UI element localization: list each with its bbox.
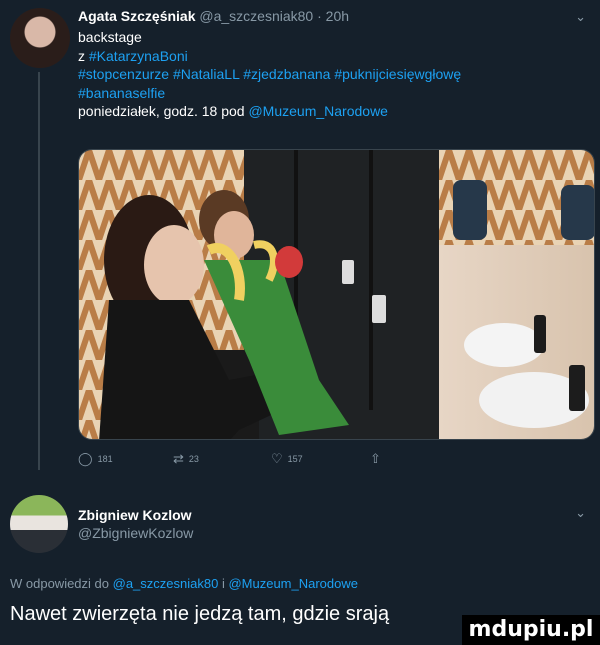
tweet-line-5-prefix: poniedziałek, godz. 18 pod [78, 103, 249, 119]
reply-mention-museum[interactable]: @Muzeum_Narodowe [228, 576, 358, 591]
tweet-line-2-prefix: z [78, 47, 89, 64]
in-reply-prefix: W odpowiedzi do [10, 576, 113, 591]
author-avatar[interactable] [10, 8, 70, 68]
tweet-photo[interactable] [78, 149, 595, 440]
share-icon: ⇧ [370, 451, 381, 466]
header-separator: · [317, 8, 322, 24]
like-count: 157 [287, 453, 303, 464]
watermark-logo: mdupiu.pl [462, 615, 600, 645]
tweet-line-1: backstage [78, 29, 142, 45]
tweet-header: Agata Szczęśniak @a_szczesniak80 · 20h [78, 8, 349, 24]
author-handle[interactable]: @a_szczesniak80 [199, 8, 313, 24]
hashtag-katarzynaboni[interactable]: #KatarzynaBoni [89, 48, 188, 64]
thread-line [38, 72, 40, 470]
tweet-text: backstage z #KatarzynaBoni #stopcenzurze… [78, 28, 588, 121]
reply-author-name[interactable]: Zbigniew Kozlow [78, 507, 192, 523]
in-reply-join: i [218, 576, 229, 591]
tweet-actions: ◯ 181 ⇄ 23 ♡ 157 ⇧ [78, 452, 478, 470]
retweet-count: 23 [188, 453, 199, 464]
tweet-time[interactable]: 20h [326, 8, 349, 24]
mention-muzeum[interactable]: @Muzeum_Narodowe [248, 103, 388, 119]
share-action[interactable]: ⇧ [370, 452, 381, 465]
reply-author-avatar[interactable] [10, 495, 68, 553]
reply-icon: ◯ [78, 451, 93, 466]
reply-author-handle[interactable]: @ZbigniewKozlow [78, 525, 193, 541]
hashtag-bananaselfie[interactable]: #bananaselfie [78, 84, 588, 103]
like-action[interactable]: ♡ 157 [271, 452, 303, 465]
in-reply-to: W odpowiedzi do @a_szczesniak80 i @Muzeu… [10, 576, 358, 591]
reply-count: 181 [97, 453, 113, 464]
retweet-icon: ⇄ [173, 451, 184, 466]
bathroom-selfie-image [79, 150, 594, 439]
tweet-line-2: z #KatarzynaBoni [78, 47, 588, 66]
heart-icon: ♡ [271, 451, 283, 466]
retweet-action[interactable]: ⇄ 23 [173, 452, 199, 465]
hashtags-line[interactable]: #stopcenzurze #NataliaLL #zjedzbanana #p… [78, 65, 588, 84]
reply-text: Nawet zwierzęta nie jedzą tam, gdzie sra… [10, 603, 390, 625]
tweet-line-5: poniedziałek, godz. 18 pod @Muzeum_Narod… [78, 102, 588, 121]
reply-header: Zbigniew Kozlow [78, 507, 192, 523]
chevron-down-icon[interactable]: ⌄ [575, 9, 586, 25]
reply-mention-author[interactable]: @a_szczesniak80 [113, 576, 219, 591]
chevron-down-icon[interactable]: ⌄ [575, 505, 586, 521]
reply-action[interactable]: ◯ 181 [78, 452, 113, 465]
author-name[interactable]: Agata Szczęśniak [78, 8, 196, 24]
